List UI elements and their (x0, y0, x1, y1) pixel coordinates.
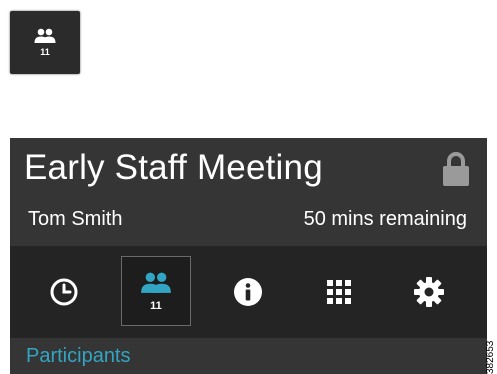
schedule-button[interactable] (38, 266, 90, 318)
keypad-icon (327, 280, 351, 304)
lock-icon (443, 152, 469, 186)
time-remaining: 50 mins remaining (303, 208, 467, 230)
clock-icon (50, 278, 78, 306)
info-button[interactable] (222, 266, 274, 318)
settings-button[interactable] (403, 266, 455, 318)
participants-button-small[interactable]: 11 (10, 11, 80, 74)
meeting-panel: Early Staff Meeting Tom Smith 50 mins re… (10, 138, 487, 374)
figure-id: 382653 (486, 335, 497, 374)
participants-icon (34, 28, 56, 43)
participants-icon (141, 272, 171, 293)
info-icon (234, 278, 262, 306)
participants-button[interactable]: 11 (121, 256, 191, 326)
participant-count: 11 (40, 47, 50, 57)
meeting-toolbar: 11 (10, 246, 487, 338)
keypad-button[interactable] (313, 266, 365, 318)
section-title-participants: Participants (26, 345, 131, 367)
figure-id-text: 382653 (486, 340, 496, 374)
meeting-title: Early Staff Meeting (24, 148, 323, 187)
organizer-name: Tom Smith (28, 208, 123, 230)
participant-count: 11 (150, 299, 162, 312)
gear-icon (414, 277, 444, 307)
